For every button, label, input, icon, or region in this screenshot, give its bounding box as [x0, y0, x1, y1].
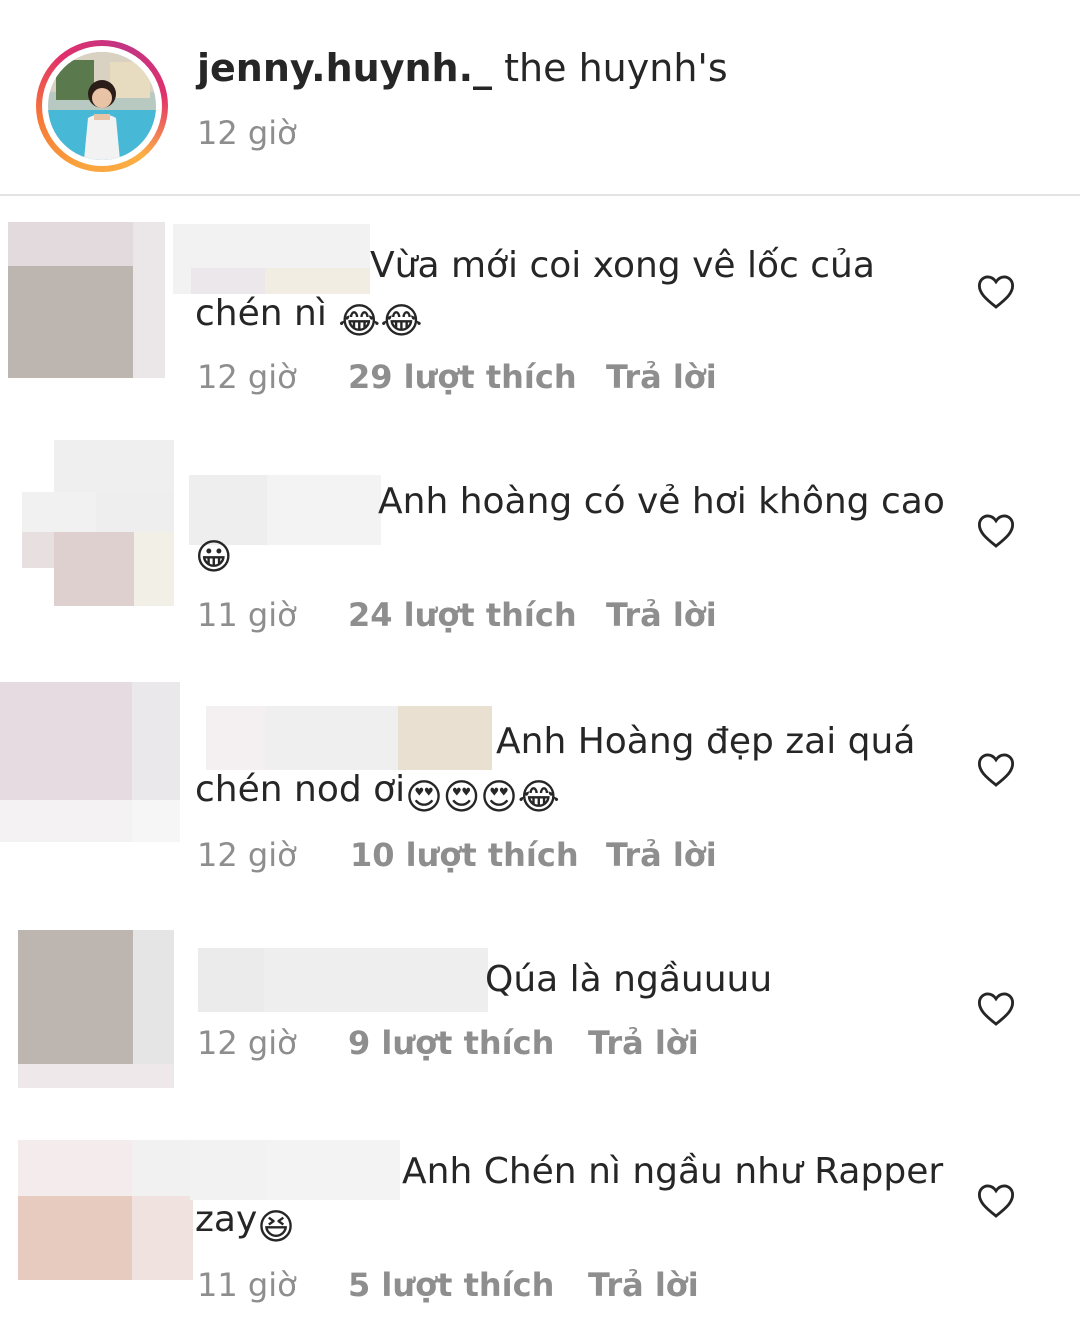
commenter-avatar[interactable]: [0, 682, 180, 842]
comment-time: 11 giờ: [197, 1266, 297, 1304]
comment-text: Anh Chén nì ngầu như Rapper: [402, 1151, 944, 1192]
comment-item: Anh Hoàng đẹp zai quá chén nod ơi😍😍😍😂 12…: [0, 680, 1080, 880]
comment-time: 11 giờ: [197, 596, 297, 634]
tears-of-joy-emoji: 😂: [380, 301, 423, 342]
tears-of-joy-emoji: 😂: [338, 301, 381, 342]
heart-outline-icon[interactable]: [977, 752, 1015, 788]
reply-button[interactable]: Trả lời: [606, 358, 717, 396]
comment-item: Vừa mới coi xong vê lốc của chén nì 😂😂 1…: [0, 220, 1080, 420]
heart-outline-icon[interactable]: [977, 513, 1015, 549]
commenter-avatar[interactable]: [22, 440, 174, 606]
commenter-username[interactable]: [206, 706, 492, 770]
comment-time: 12 giờ: [197, 836, 297, 874]
laughing-squint-emoji: 😆: [257, 1207, 295, 1248]
caption-text: the huynh's: [504, 46, 728, 90]
likes-count[interactable]: 5 lượt thích: [348, 1266, 554, 1304]
commenter-username[interactable]: [190, 1140, 400, 1200]
heart-eyes-emoji: 😍: [405, 777, 443, 818]
reply-button[interactable]: Trả lời: [588, 1266, 699, 1304]
heart-outline-icon[interactable]: [977, 1183, 1015, 1219]
comment-item: Qúa là ngầuuuu 12 giờ 9 lượt thích Trả l…: [0, 928, 1080, 1098]
comment-text-cont: chén nì: [195, 293, 327, 334]
comment-text: Qúa là ngầuuuu: [485, 959, 773, 1000]
commenter-avatar[interactable]: [18, 930, 174, 1088]
heart-eyes-emoji: 😍: [480, 777, 518, 818]
commenter-username[interactable]: [198, 948, 488, 1012]
heart-outline-icon[interactable]: [977, 991, 1015, 1027]
comment-text-cont: chén nod ơi: [195, 769, 406, 810]
heart-eyes-emoji: 😍: [442, 777, 481, 818]
comment-text: Anh hoàng có vẻ hơi không cao: [378, 481, 945, 522]
post-caption: jenny.huynh._ the huynh's: [197, 46, 728, 90]
username-link[interactable]: jenny.huynh._: [197, 46, 492, 90]
post-header: jenny.huynh._ the huynh's 12 giờ: [0, 0, 1080, 196]
tears-of-joy-emoji: 😂: [517, 777, 560, 818]
comment-text: Vừa mới coi xong vê lốc của: [370, 245, 875, 286]
comment-text-cont: zay: [195, 1199, 258, 1240]
reply-button[interactable]: Trả lời: [606, 596, 717, 634]
post-time: 12 giờ: [197, 114, 297, 152]
likes-count[interactable]: 10 lượt thích: [350, 836, 579, 874]
reply-button[interactable]: Trả lời: [588, 1024, 699, 1062]
comment-time: 12 giờ: [197, 358, 297, 396]
avatar[interactable]: [48, 52, 156, 160]
comment-text: Anh Hoàng đẹp zai quá: [496, 721, 916, 762]
reply-button[interactable]: Trả lời: [606, 836, 717, 874]
likes-count[interactable]: 9 lượt thích: [348, 1024, 554, 1062]
grinning-face-emoji: 😀: [195, 537, 233, 578]
comment-time: 12 giờ: [197, 1024, 297, 1062]
likes-count[interactable]: 24 lượt thích: [348, 596, 577, 634]
comment-item: Anh hoàng có vẻ hơi không cao 😀 11 giờ 2…: [0, 440, 1080, 640]
heart-outline-icon[interactable]: [977, 274, 1015, 310]
likes-count[interactable]: 29 lượt thích: [348, 358, 577, 396]
commenter-avatar[interactable]: [8, 222, 165, 378]
comment-item: Anh Chén nì ngầu như Rapper zay😆 11 giờ …: [0, 1136, 1080, 1336]
story-ring[interactable]: [36, 40, 168, 172]
commenter-username[interactable]: [173, 224, 370, 294]
commenter-avatar[interactable]: [18, 1140, 193, 1280]
